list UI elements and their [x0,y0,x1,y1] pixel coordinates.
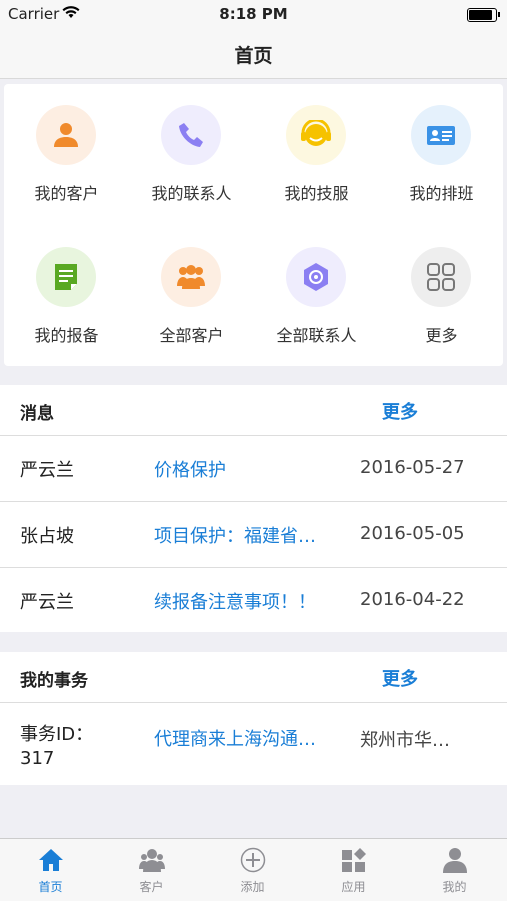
message-date: 2016-05-27 [360,457,465,478]
grid-item-all-contacts[interactable]: 全部联系人 [254,226,379,366]
battery-icon [467,8,500,22]
message-row[interactable]: 严云兰 续报备注意事项！！ 2016-04-22 [0,568,507,633]
grid-item-more[interactable]: 更多 [379,226,504,366]
task-subject[interactable]: 代理商来上海沟通… [154,725,350,751]
feature-grid: 我的客户 我的联系人 我的技服 我的排班 我的报备 全部客户 全部联系人 更多 [4,84,503,366]
grid-item-my-tech-service[interactable]: 我的技服 [254,84,379,224]
headset-icon [286,105,346,165]
message-row[interactable]: 严云兰 价格保护 2016-05-27 [0,436,507,502]
message-sender: 张占坡 [20,526,74,547]
phone-icon [161,105,221,165]
group-icon [161,247,221,307]
tab-label: 首页 [38,880,63,894]
task-row[interactable]: 事务ID： 317 代理商来上海沟通… 郑州市华… [0,703,507,785]
tab-apps[interactable]: 应用 [303,839,404,901]
grid-item-label: 全部联系人 [276,326,357,345]
id-card-icon [411,105,471,165]
task-id: 事务ID： 317 [20,723,93,771]
message-date: 2016-05-05 [360,523,465,544]
message-subject[interactable]: 项目保护：福建省… [154,522,350,548]
tasks-more-button[interactable]: 更多 [382,665,418,691]
messages-section: 消息 更多 严云兰 价格保护 2016-05-27 张占坡 项目保护：福建省… … [0,385,507,632]
grid-item-label: 更多 [425,326,458,345]
clock: 8:18 PM [219,5,288,23]
section-title: 我的事务 [20,671,88,691]
tab-bar: 首页 客户 添加 应用 我的 [0,838,507,901]
grid-item-label: 我的技服 [284,184,349,203]
tab-customers[interactable]: 客户 [101,839,202,901]
task-location: 郑州市华… [360,730,450,751]
tab-label: 我的 [442,880,467,894]
grid-item-my-customers[interactable]: 我的客户 [4,84,129,224]
grid-item-my-contacts[interactable]: 我的联系人 [129,84,254,224]
tab-add[interactable]: 添加 [202,839,303,901]
status-bar: Carrier 8:18 PM [0,0,507,28]
document-icon [36,247,96,307]
grid-item-label: 全部客户 [159,326,224,345]
grid-item-all-customers[interactable]: 全部客户 [129,226,254,366]
message-subject[interactable]: 价格保护 [154,456,350,482]
tasks-section: 我的事务 更多 事务ID： 317 代理商来上海沟通… 郑州市华… [0,652,507,785]
grid-item-my-reports[interactable]: 我的报备 [4,226,129,366]
message-sender: 严云兰 [20,460,74,481]
grid-item-label: 我的排班 [409,184,474,203]
contacts-icon [286,247,346,307]
navigation-bar: 首页 [0,28,507,79]
grid-item-label: 我的客户 [34,184,99,203]
grid-item-label: 我的联系人 [151,184,232,203]
message-subject[interactable]: 续报备注意事项！！ [154,588,350,614]
tab-label: 添加 [240,880,265,894]
tab-profile[interactable]: 我的 [404,839,505,901]
message-row[interactable]: 张占坡 项目保护：福建省… 2016-05-05 [0,502,507,568]
grid-item-label: 我的报备 [34,326,99,345]
message-date: 2016-04-22 [360,589,465,610]
section-title: 消息 [20,404,54,424]
tasks-header: 我的事务 更多 [0,652,507,703]
tab-home[interactable]: 首页 [0,839,101,901]
grid-icon [411,247,471,307]
grid-item-my-schedule[interactable]: 我的排班 [379,84,504,224]
messages-more-button[interactable]: 更多 [382,398,418,424]
task-id-value: 317 [20,748,55,769]
person-icon [36,105,96,165]
tab-label: 应用 [341,880,366,894]
message-sender: 严云兰 [20,592,74,613]
page-title: 首页 [234,45,273,67]
task-id-label: 事务ID： [20,724,94,745]
messages-header: 消息 更多 [0,385,507,436]
tab-label: 客户 [139,880,164,894]
